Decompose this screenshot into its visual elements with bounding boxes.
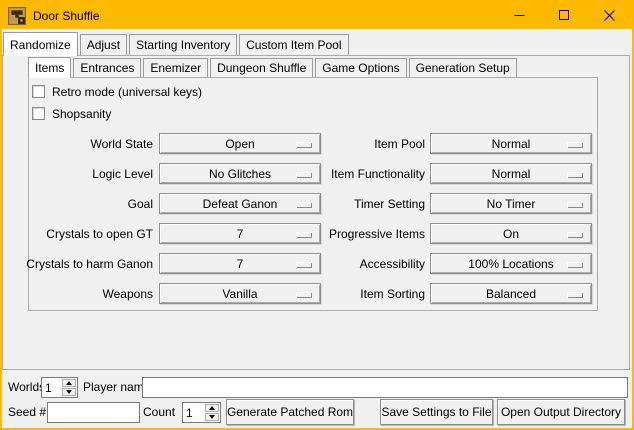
weapons-label: Weapons	[22, 287, 159, 301]
spin-down-button[interactable]	[62, 388, 76, 396]
logic-level-label: Logic Level	[22, 167, 159, 181]
tab-generation-setup[interactable]: Generation Setup	[409, 58, 517, 77]
crystals-open-gt-label: Crystals to open GT	[22, 227, 159, 241]
timer-setting-label: Timer Setting	[282, 197, 430, 211]
window-title: Door Shuffle	[33, 9, 100, 23]
item-functionality-dropdown[interactable]: Normal	[430, 163, 592, 184]
progressive-items-row: Progressive Items On	[282, 223, 592, 244]
goal-label: Goal	[22, 197, 159, 211]
tab-enemizer[interactable]: Enemizer	[143, 58, 208, 77]
item-pool-row: Item Pool Normal	[282, 133, 592, 154]
tab-dungeon-shuffle[interactable]: Dungeon Shuffle	[210, 58, 313, 77]
primary-tab-bar: Randomize Adjust Starting Inventory Cust…	[3, 31, 351, 56]
timer-setting-dropdown[interactable]: No Timer	[430, 193, 592, 214]
item-sorting-dropdown[interactable]: Balanced	[430, 283, 592, 304]
spin-up-button[interactable]	[205, 404, 219, 412]
minimize-button[interactable]	[497, 2, 542, 29]
logic-level-row: Logic Level No Glitches	[22, 163, 321, 184]
window-controls	[497, 2, 632, 29]
arrow-down-icon	[66, 390, 72, 394]
worlds-label: Worlds	[8, 377, 45, 398]
tab-items[interactable]: Items	[28, 57, 71, 78]
arrow-up-icon	[66, 381, 72, 385]
worlds-input[interactable]	[42, 378, 61, 397]
crystals-harm-ganon-row: Crystals to harm Ganon 7	[22, 253, 321, 274]
tab-adjust[interactable]: Adjust	[80, 34, 127, 55]
item-functionality-row: Item Functionality Normal	[282, 163, 592, 184]
crystals-open-gt-row: Crystals to open GT 7	[22, 223, 321, 244]
dropdown-indicator-icon	[567, 142, 583, 148]
tab-game-options[interactable]: Game Options	[315, 58, 406, 77]
item-pool-label: Item Pool	[282, 137, 430, 151]
titlebar: Door Shuffle	[2, 2, 632, 29]
shopsanity-label: Shopsanity	[52, 107, 111, 121]
seed-label: Seed #	[8, 402, 46, 423]
tab-custom-item-pool[interactable]: Custom Item Pool	[239, 34, 348, 55]
world-state-label: World State	[22, 137, 159, 151]
count-label: Count	[143, 402, 175, 423]
progressive-items-label: Progressive Items	[282, 227, 430, 241]
goal-row: Goal Defeat Ganon	[22, 193, 321, 214]
shopsanity-checkbox[interactable]: Shopsanity	[32, 105, 111, 122]
dropdown-indicator-icon	[567, 262, 583, 268]
settings-column-left: World State Open Logic Level No Glitches…	[22, 133, 321, 313]
open-output-directory-button[interactable]: Open Output Directory	[497, 399, 625, 425]
worlds-spinbox	[41, 377, 78, 398]
tab-randomize[interactable]: Randomize	[3, 32, 78, 56]
spin-down-button[interactable]	[205, 413, 219, 421]
accessibility-row: Accessibility 100% Locations	[282, 253, 592, 274]
app-window: Door Shuffle Randomize Adjust Starting I…	[0, 0, 634, 430]
spinner-arrows	[61, 378, 77, 397]
count-input[interactable]	[183, 403, 204, 422]
spin-up-button[interactable]	[62, 379, 76, 387]
dropdown-indicator-icon	[567, 202, 583, 208]
close-button[interactable]	[587, 2, 632, 29]
secondary-tab-bar: Items Entrances Enemizer Dungeon Shuffle…	[28, 56, 519, 78]
item-pool-dropdown[interactable]: Normal	[430, 133, 592, 154]
tab-starting-inventory[interactable]: Starting Inventory	[129, 34, 237, 55]
generate-patched-rom-button[interactable]: Generate Patched Rom	[226, 399, 354, 425]
save-settings-button[interactable]: Save Settings to File	[380, 399, 493, 425]
settings-column-right: Item Pool Normal Item Functionality Norm…	[282, 133, 592, 313]
crystals-harm-ganon-label: Crystals to harm Ganon	[22, 257, 159, 271]
item-functionality-label: Item Functionality	[282, 167, 430, 181]
retro-mode-checkbox[interactable]: Retro mode (universal keys)	[32, 83, 202, 100]
dropdown-indicator-icon	[567, 172, 583, 178]
accessibility-label: Accessibility	[282, 257, 430, 271]
maximize-button[interactable]	[542, 2, 587, 29]
progressive-items-dropdown[interactable]: On	[430, 223, 592, 244]
tab-entrances[interactable]: Entrances	[73, 58, 141, 77]
seed-input[interactable]	[47, 402, 140, 423]
checkbox-box[interactable]	[32, 85, 45, 98]
arrow-down-icon	[209, 415, 215, 419]
dropdown-indicator-icon	[567, 232, 583, 238]
arrow-up-icon	[209, 406, 215, 410]
item-sorting-label: Item Sorting	[282, 287, 430, 301]
count-spinbox	[182, 402, 221, 423]
app-icon	[8, 7, 26, 25]
item-sorting-row: Item Sorting Balanced	[282, 283, 592, 304]
player-names-input[interactable]	[142, 377, 628, 398]
retro-mode-label: Retro mode (universal keys)	[52, 85, 202, 99]
dropdown-indicator-icon	[567, 292, 583, 298]
weapons-row: Weapons Vanilla	[22, 283, 321, 304]
timer-setting-row: Timer Setting No Timer	[282, 193, 592, 214]
checkbox-box[interactable]	[32, 107, 45, 120]
spinner-arrows	[204, 403, 220, 422]
world-state-row: World State Open	[22, 133, 321, 154]
accessibility-dropdown[interactable]: 100% Locations	[430, 253, 592, 274]
